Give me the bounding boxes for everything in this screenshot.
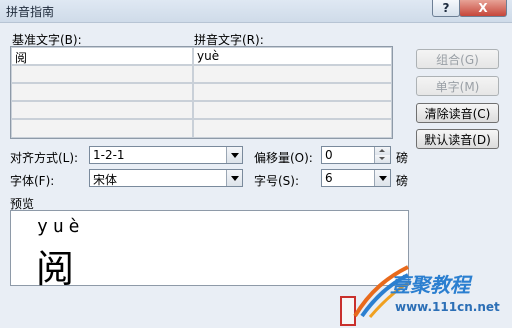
spin-up-icon[interactable] — [374, 147, 390, 155]
alignment-value: 1-2-1 — [93, 148, 125, 162]
base-cell[interactable] — [11, 83, 193, 101]
close-button[interactable]: X — [459, 0, 507, 17]
ruby-cell[interactable] — [193, 65, 392, 83]
ruby-cell[interactable] — [193, 101, 392, 119]
clear-reading-button[interactable]: 清除读音(C) — [416, 103, 499, 123]
font-value: 宋体 — [93, 173, 118, 187]
offset-value: 0 — [325, 148, 333, 162]
text-grid: 阅 yuè — [10, 46, 393, 139]
alignment-label: 对齐方式(L): — [10, 151, 79, 165]
alignment-select[interactable]: 1-2-1 — [89, 146, 243, 164]
ruby-cell[interactable] — [193, 119, 392, 138]
preview-character: 阅 — [36, 247, 75, 291]
size-value: 6 — [325, 171, 333, 185]
base-cell-text: 阅 — [15, 51, 28, 65]
font-label: 字体(F): — [10, 174, 55, 188]
preview-pinyin: yuè — [37, 216, 85, 237]
close-icon: X — [478, 1, 488, 15]
size-label: 字号(S): — [254, 174, 300, 188]
base-cell[interactable]: 阅 — [11, 47, 193, 65]
ruby-cell[interactable]: yuè — [193, 47, 392, 65]
combine-button[interactable]: 组合(G) — [416, 49, 499, 69]
base-cell[interactable] — [11, 65, 193, 83]
watermark: 壹聚教程 www.111cn.net — [350, 255, 512, 328]
offset-stepper[interactable]: 0 — [321, 146, 391, 164]
help-button[interactable]: ? — [432, 0, 460, 17]
offset-label: 偏移量(O): — [254, 151, 313, 165]
chevron-down-icon[interactable] — [226, 170, 242, 186]
offset-unit: 磅 — [396, 151, 409, 165]
base-cell[interactable] — [11, 119, 193, 138]
ruby-cell-text: yuè — [197, 49, 220, 63]
chevron-down-icon[interactable] — [374, 170, 390, 186]
base-cell[interactable] — [11, 101, 193, 119]
mono-button[interactable]: 单字(M) — [416, 76, 499, 96]
default-reading-button[interactable]: 默认读音(D) — [416, 129, 499, 149]
chevron-down-icon[interactable] — [226, 147, 242, 163]
size-select[interactable]: 6 — [321, 169, 391, 187]
watermark-url: www.111cn.net — [395, 300, 500, 314]
watermark-brand: 壹聚教程 — [390, 273, 470, 297]
font-select[interactable]: 宋体 — [89, 169, 243, 187]
dialog-title: 拼音指南 — [6, 5, 55, 19]
ruby-cell[interactable] — [193, 83, 392, 101]
spin-down-icon[interactable] — [374, 155, 390, 163]
help-icon: ? — [442, 1, 450, 15]
size-unit: 磅 — [396, 174, 409, 188]
